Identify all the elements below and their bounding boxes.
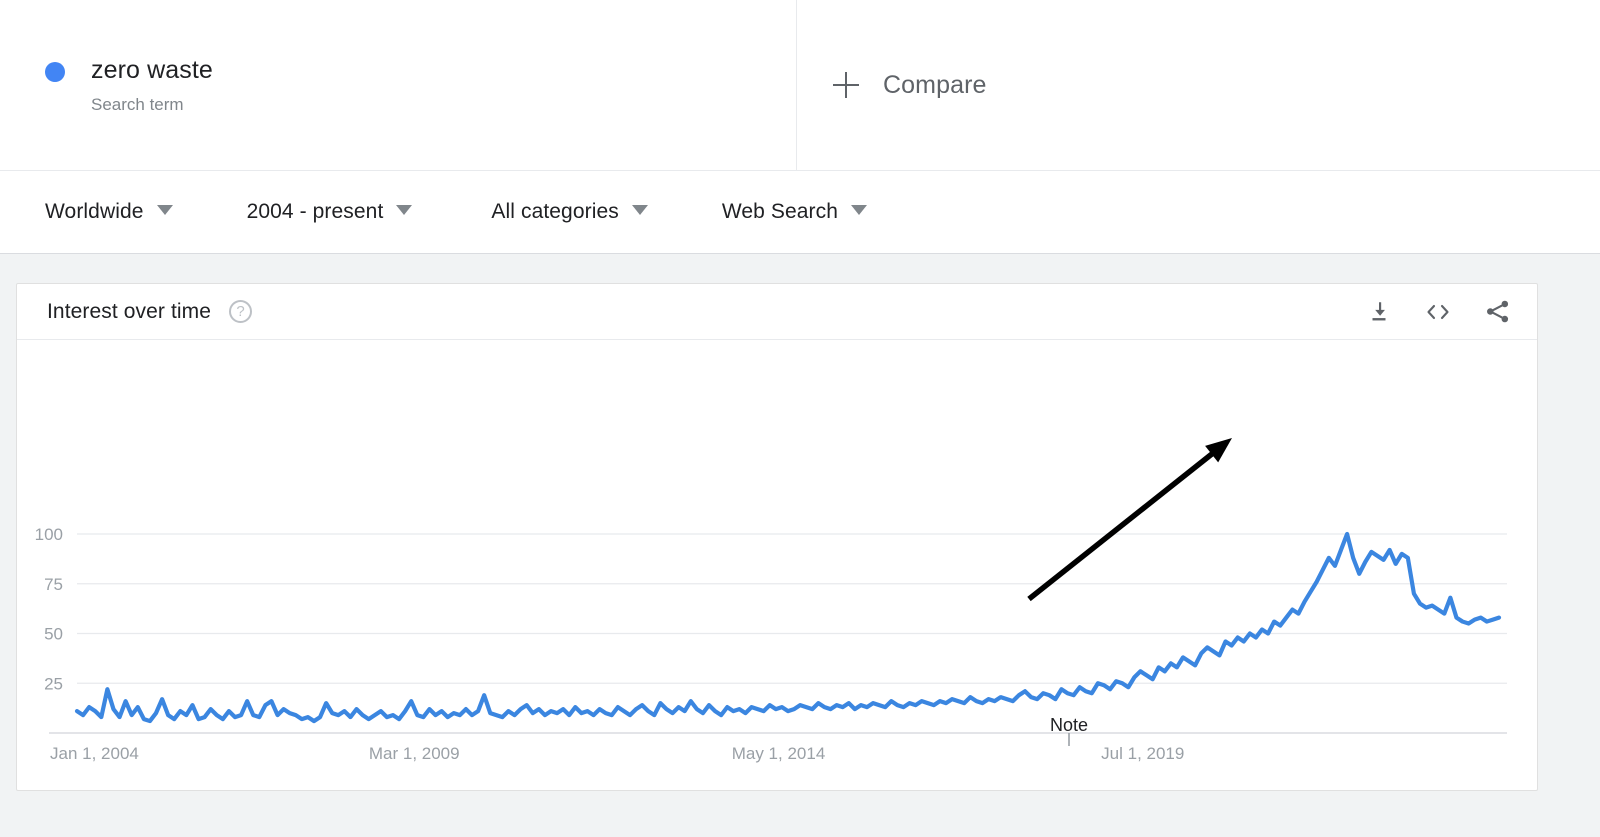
series-color-dot bbox=[45, 61, 65, 82]
search-terms-bar: zero waste Search term Compare bbox=[0, 0, 1600, 170]
download-csv-icon[interactable] bbox=[1366, 299, 1392, 325]
interest-over-time-chart[interactable]: 25 50 75 100 Jan 1, 2004 Mar 1, 2009 May 1, 2… bbox=[17, 340, 1537, 790]
y-axis-tick-label: 50 bbox=[44, 625, 63, 644]
note-annotation-label: Note bbox=[1050, 715, 1088, 735]
filter-location-label: Worldwide bbox=[45, 200, 144, 223]
y-axis-tick-label: 25 bbox=[44, 674, 63, 693]
plus-icon bbox=[833, 72, 859, 98]
card-title: Interest over time bbox=[47, 299, 212, 323]
x-axis-tick-label: May 1, 2014 bbox=[732, 744, 826, 763]
x-axis-tick-label: Jul 1, 2019 bbox=[1101, 744, 1184, 763]
chevron-down-icon bbox=[396, 205, 413, 215]
card-header: Interest over time ? bbox=[17, 284, 1537, 340]
x-axis-tick-label: Mar 1, 2009 bbox=[369, 744, 460, 763]
content-area: Interest over time ? 25 50 75 100 Jan 1,… bbox=[0, 254, 1600, 837]
filter-bar: Worldwide 2004 - present All categories … bbox=[0, 170, 1600, 254]
search-term-title: zero waste bbox=[91, 55, 213, 84]
chevron-down-icon bbox=[851, 205, 868, 215]
x-axis-labels: Jan 1, 2004 Mar 1, 2009 May 1, 2014 Jul 1, … bbox=[50, 744, 1184, 763]
interest-over-time-card: Interest over time ? 25 50 75 100 Jan 1,… bbox=[16, 283, 1538, 791]
series-line-zero-waste bbox=[74, 531, 1502, 724]
y-axis-tick-label: 75 bbox=[44, 575, 63, 594]
google-trends-page: zero waste Search term Compare Worldwide… bbox=[0, 0, 1600, 837]
card-actions bbox=[1366, 298, 1511, 325]
filter-time-range[interactable]: 2004 - present bbox=[247, 200, 413, 224]
filter-search-type[interactable]: Web Search bbox=[721, 200, 868, 224]
add-comparison-button[interactable]: Compare bbox=[797, 0, 1600, 170]
help-icon[interactable]: ? bbox=[229, 300, 253, 323]
share-icon[interactable] bbox=[1484, 298, 1511, 325]
y-axis-labels: 25 50 75 100 bbox=[35, 525, 63, 693]
chart-area[interactable]: 25 50 75 100 Jan 1, 2004 Mar 1, 2009 May 1, 2… bbox=[17, 340, 1537, 790]
filter-category-label: All categories bbox=[491, 200, 619, 223]
embed-code-icon[interactable] bbox=[1423, 299, 1453, 325]
filter-location[interactable]: Worldwide bbox=[45, 200, 173, 224]
search-term-card[interactable]: zero waste Search term bbox=[0, 0, 797, 170]
filter-category[interactable]: All categories bbox=[491, 200, 648, 224]
chevron-down-icon bbox=[631, 205, 648, 215]
filter-time-range-label: 2004 - present bbox=[246, 200, 384, 223]
x-axis-tick-label: Jan 1, 2004 bbox=[50, 744, 139, 763]
compare-label: Compare bbox=[883, 70, 987, 99]
y-axis-tick-label: 100 bbox=[35, 525, 63, 544]
search-term-type: Search term bbox=[91, 94, 184, 114]
trend-arrow-shaft bbox=[1027, 448, 1219, 602]
chevron-down-icon bbox=[156, 205, 173, 215]
filter-search-type-label: Web Search bbox=[721, 200, 839, 223]
